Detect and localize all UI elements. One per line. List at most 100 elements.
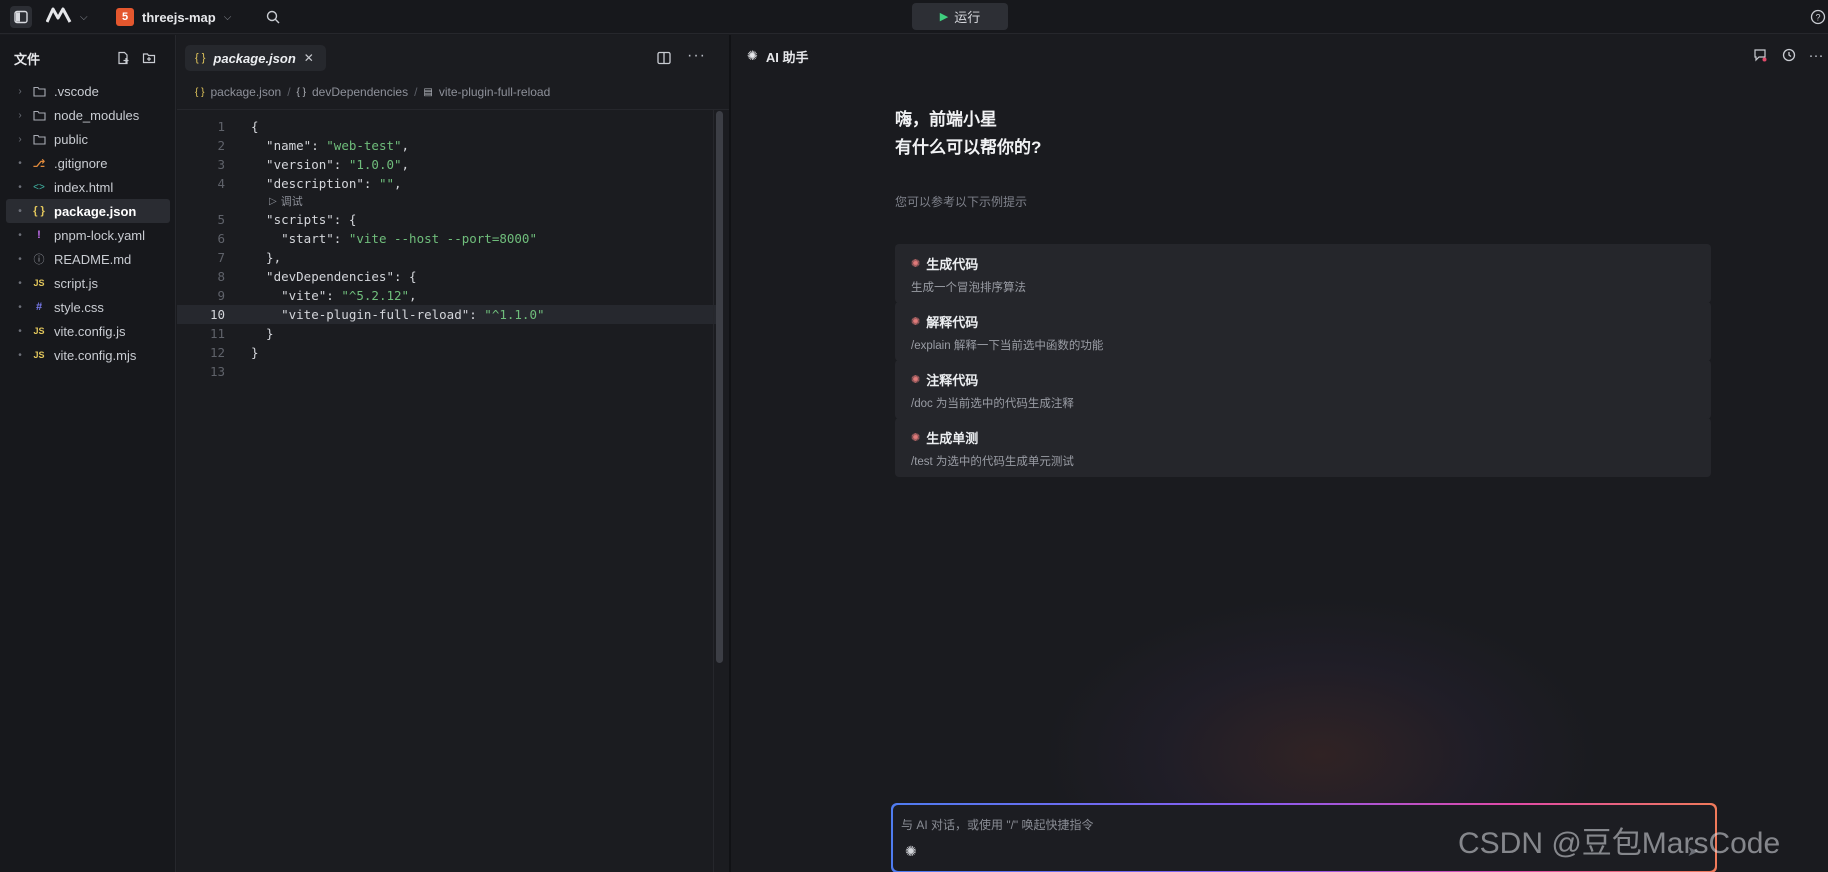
code-token: "version": xyxy=(251,157,349,172)
code-area[interactable]: ▷ 调试 1{2 "name": "web-test", 3 "version":… xyxy=(177,117,729,617)
more-options-icon[interactable]: ··· xyxy=(687,47,706,65)
code-editor: { } package.json ✕ ··· { } package.json … xyxy=(177,35,729,872)
tree-item-label: node_modules xyxy=(54,107,140,123)
code-line[interactable]: 13 xyxy=(177,362,723,381)
debug-codelens[interactable]: ▷ 调试 xyxy=(269,193,303,209)
code-line[interactable]: 1{ xyxy=(177,117,723,136)
code-line[interactable]: 6 "start": "vite --host --port=8000" xyxy=(177,229,723,248)
code-line[interactable]: 9 "vite": "^5.2.12", xyxy=(177,286,723,305)
help-button[interactable]: ? xyxy=(1808,7,1828,27)
search-button[interactable] xyxy=(262,6,284,28)
app-logo-menu[interactable]: ⌵ xyxy=(45,6,98,28)
chevron-right-icon: › xyxy=(18,85,22,97)
editor-tab-package-json[interactable]: { } package.json ✕ xyxy=(185,45,326,71)
split-editor-button[interactable] xyxy=(657,51,671,68)
suggestion-card[interactable]: ✺ 解释代码 /explain 解释一下当前选中函数的功能 xyxy=(895,302,1711,361)
status-dot-icon: • xyxy=(18,301,22,313)
code-token: { xyxy=(251,119,259,134)
sparkle-icon[interactable]: ✺ xyxy=(905,843,917,860)
new-chat-button[interactable] xyxy=(1750,45,1770,65)
editor-scrollbar-thumb[interactable] xyxy=(716,111,723,663)
string-token: "" xyxy=(378,176,394,191)
suggestion-card[interactable]: ✺ 注释代码 /doc 为当前选中的代码生成注释 xyxy=(895,360,1711,419)
code-token: , xyxy=(394,176,402,191)
code-line[interactable]: 5 "scripts": { xyxy=(177,210,723,229)
html5-icon: 5 xyxy=(116,8,134,26)
code-token: , xyxy=(401,157,410,172)
tree-file[interactable]: •! pnpm-lock.yaml xyxy=(6,223,170,247)
code-line[interactable]: 7 }, xyxy=(177,248,723,267)
tree-item-label: README.md xyxy=(54,251,132,267)
tree-folder[interactable]: › .vscode xyxy=(6,79,170,103)
new-folder-button[interactable] xyxy=(140,49,158,67)
code-line[interactable]: 11 } xyxy=(177,324,723,343)
breadcrumb-item[interactable]: devDependencies xyxy=(312,85,408,99)
property-icon: ▤ xyxy=(423,86,433,98)
breadcrumb-item[interactable]: package.json xyxy=(210,85,281,99)
watermark: CSDN @豆包MarsCode xyxy=(1458,827,1781,860)
tree-file[interactable]: • ⓘ README.md xyxy=(6,247,170,271)
tree-item-label: style.css xyxy=(54,299,104,315)
js-file-icon: JS xyxy=(33,326,45,336)
new-file-button[interactable] xyxy=(114,49,132,67)
code-text: { xyxy=(251,119,259,134)
tree-item-label: pnpm-lock.yaml xyxy=(54,227,146,243)
tree-file[interactable]: • # style.css xyxy=(6,295,170,319)
string-token: "^1.1.0" xyxy=(484,307,545,322)
suggestion-title-text: 注释代码 xyxy=(926,373,979,388)
code-line[interactable]: 8 "devDependencies": { xyxy=(177,267,723,286)
tree-item-label: package.json xyxy=(54,203,137,219)
tree-file[interactable]: • JS vite.config.js xyxy=(6,319,170,343)
sidebar-toggle-button[interactable] xyxy=(10,6,32,28)
suggestion-title-text: 生成代码 xyxy=(926,257,979,272)
code-line[interactable]: 12} xyxy=(177,343,723,362)
status-dot-icon: • xyxy=(18,205,22,217)
tree-file[interactable]: • <> index.html xyxy=(6,175,170,199)
tree-file[interactable]: • { } package.json xyxy=(6,199,170,223)
code-text: "name": "web-test", xyxy=(251,138,409,153)
suggestion-title: ✺ 解释代码 xyxy=(911,312,978,331)
breadcrumb-item[interactable]: vite-plugin-full-reload xyxy=(439,85,550,99)
divider xyxy=(177,109,729,110)
tree-folder[interactable]: › public xyxy=(6,127,170,151)
line-number: 5 xyxy=(217,212,225,227)
history-button[interactable] xyxy=(1779,45,1799,65)
suggestion-card[interactable]: ✺ 生成单测 /test 为选中的代码生成单元测试 xyxy=(895,418,1711,477)
breadcrumb-separator: / xyxy=(414,85,418,99)
line-number: 12 xyxy=(209,345,225,360)
status-dot-icon: • xyxy=(18,157,22,169)
play-outline-icon: ▷ xyxy=(269,195,277,207)
code-text: "vite": "^5.2.12", xyxy=(251,288,417,303)
tree-folder[interactable]: › node_modules xyxy=(6,103,170,127)
code-line[interactable]: 3 "version": "1.0.0", xyxy=(177,155,723,174)
run-label: 运行 xyxy=(954,10,981,25)
split-editor-icon xyxy=(657,51,671,65)
tree-item-label: public xyxy=(54,131,88,147)
run-button[interactable]: ▶ 运行 xyxy=(912,3,1008,30)
js-file-icon: JS xyxy=(33,350,45,360)
sparkle-icon: ✺ xyxy=(911,374,921,386)
sidebar-panel-icon xyxy=(14,10,28,24)
object-icon: { } xyxy=(296,86,306,98)
more-options-icon[interactable]: ··· xyxy=(1806,45,1826,65)
string-token: "vite --host --port=8000" xyxy=(348,231,537,246)
project-switcher[interactable]: 5 threejs-map ⌵ xyxy=(116,6,231,28)
breadcrumb-separator: / xyxy=(287,85,291,99)
tree-file[interactable]: • JS script.js xyxy=(6,271,170,295)
tree-file[interactable]: • JS vite.config.mjs xyxy=(6,343,170,367)
code-text: "vite-plugin-full-reload": "^1.1.0" xyxy=(251,307,545,322)
sparkle-icon: ✺ xyxy=(747,48,758,63)
marscode-logo-icon xyxy=(45,7,72,28)
tree-item-label: .gitignore xyxy=(54,155,108,171)
suggestion-card[interactable]: ✺ 生成代码 生成一个冒泡排序算法 xyxy=(895,244,1711,303)
code-line[interactable]: 10 "vite-plugin-full-reload": "^1.1.0" xyxy=(177,305,723,324)
code-line[interactable]: 2 "name": "web-test", xyxy=(177,136,723,155)
suggestion-description: 生成一个冒泡排序算法 xyxy=(911,282,1026,294)
code-line[interactable]: 4 "description": "", xyxy=(177,174,723,193)
tree-file[interactable]: • ⎇ .gitignore xyxy=(6,151,170,175)
sparkle-icon: ✺ xyxy=(911,432,921,444)
chevron-right-icon: › xyxy=(18,109,22,121)
markdown-file-icon: ⓘ xyxy=(33,254,45,266)
code-token: , xyxy=(409,288,417,303)
close-icon[interactable]: ✕ xyxy=(304,51,314,65)
